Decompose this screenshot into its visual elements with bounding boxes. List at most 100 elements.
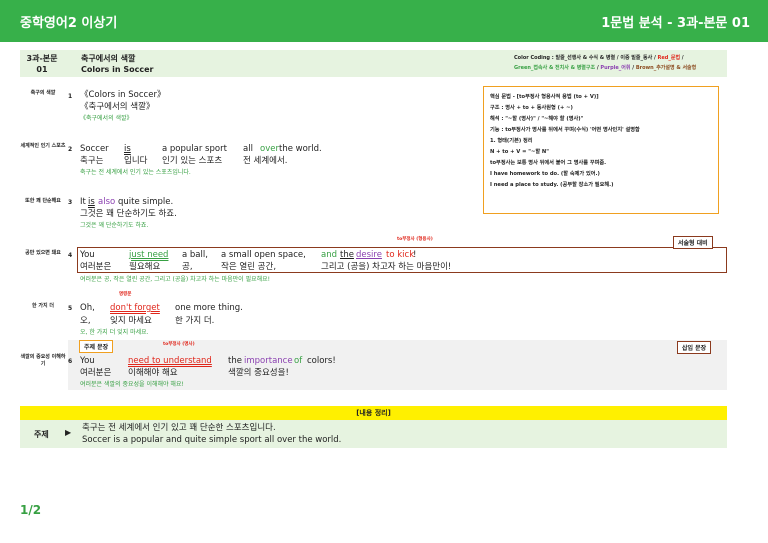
- row5-ko-thing: 한 가지 더.: [175, 316, 215, 326]
- row4-en-you: You: [80, 250, 95, 260]
- row2-ko-subject: 축구는: [80, 156, 104, 166]
- cc-green: Green_접속사 & 전치사 & 병렬구조: [514, 65, 596, 71]
- row2-ko-world: 전 세계에서.: [243, 156, 288, 166]
- summary-korean: 축구는 전 세계에서 인기 있고 꽤 단순한 스포츠입니다.: [82, 423, 276, 433]
- row4-number: 4: [68, 252, 73, 259]
- cc-underline: Color Coding : 밑줄_선행사 & 수식 & 병렬 / 이중 밑줄_…: [514, 55, 658, 61]
- row5-translation: 오, 한 가지 더 잊지 마세요.: [80, 329, 149, 336]
- summary-box: 주제 ▶ 축구는 전 세계에서 인기 있고 꽤 단순한 스포츠입니다. Socc…: [20, 420, 727, 448]
- row3-en-rest: quite simple.: [118, 197, 174, 207]
- row2-en-verb: is: [124, 144, 131, 154]
- row6-en-of: of: [294, 356, 303, 366]
- grammar-line: 핵심 문법 - [to부정사 형용사적 용법 (to + V)]: [490, 94, 599, 100]
- grammar-line: 해석 : "~할 (명사)" / "~해야 할 (명사)": [490, 116, 584, 122]
- row5-ko-oh: 오,: [80, 316, 91, 326]
- row2-number: 2: [68, 146, 73, 153]
- row4-en-excl: !: [413, 250, 417, 260]
- summary-heading: [내용 정리]: [20, 406, 727, 420]
- cc-purple: Purple_어휘: [600, 65, 631, 71]
- row2-label: 세계적인 인기 스포츠: [20, 143, 66, 149]
- row6-en-the: the: [228, 356, 242, 366]
- row6-en-colors: colors!: [307, 356, 336, 366]
- row4-label: 공만 있으면 돼요: [25, 250, 61, 256]
- row5-number: 5: [68, 305, 73, 312]
- cc-brown: Brown_추가설명 & 서술형: [635, 65, 697, 71]
- row3-label: 또한 꽤 단순해요: [25, 198, 61, 204]
- cc-red: Red_문법: [657, 55, 681, 61]
- row6-ko-need: 이해해야 해요: [128, 368, 178, 378]
- row4-translation: 여러분은 공, 작은 열린 공간, 그리고 (공을) 차고자 하는 마음만이 필…: [80, 276, 271, 283]
- row2-en-complement: a popular sport: [162, 144, 227, 154]
- row6-ko-importance: 색깔의 중요성을!: [228, 368, 289, 378]
- row1-korean: 《축구에서의 색깔》: [80, 102, 155, 112]
- summary-label: 주제: [34, 430, 49, 439]
- row4-en-space: a small open space,: [221, 250, 306, 260]
- row4-ko-desire: 그리고 (공을) 차고자 하는 마음만이!: [321, 262, 452, 272]
- row6-insert-tag: 삽입 문장: [677, 341, 712, 354]
- row2-en-subject: Soccer: [80, 144, 109, 154]
- row2-en-all: all: [243, 144, 253, 154]
- grammar-line: I need a place to study. (공부할 장소가 필요해.): [490, 182, 614, 188]
- row4-en-and: and: [321, 250, 337, 260]
- row3-translation: 그것은 꽤 단순하기도 하죠.: [80, 222, 149, 229]
- row1-label: 축구의 색깔: [30, 90, 56, 96]
- row6-en-need: need to understand: [128, 356, 212, 366]
- lesson-title-en: Colors in Soccer: [81, 65, 154, 74]
- grammar-line: N + to + V = "~할 N": [490, 149, 549, 155]
- row6-number: 6: [68, 358, 73, 365]
- grammar-line: 구조 : 명사 + to + 동사원형 (+ ~): [490, 105, 573, 111]
- grammar-box: 핵심 문법 - [to부정사 형용사적 용법 (to + V)] 구조 : 명사…: [483, 86, 719, 214]
- page-number: 1/2: [20, 503, 42, 517]
- row5-en-thing: one more thing.: [175, 303, 243, 313]
- row6-en-you: You: [80, 356, 95, 366]
- row6-topic-tag: 주제 문장: [79, 340, 114, 353]
- lesson-number-line2: 01: [36, 65, 48, 74]
- row4-ko-ball: 공,: [182, 262, 193, 272]
- row3-en-verb: is: [88, 197, 95, 207]
- row2-translation: 축구는 전 세계에서 인기 있는 스포츠입니다.: [80, 169, 191, 176]
- row6-ko-you: 여러분은: [80, 368, 112, 378]
- row3-number: 3: [68, 199, 73, 206]
- top-bar: 중학영어2 이상기 1문법 분석 - 3과-본문 01: [0, 0, 768, 42]
- row6-en-importance: importance: [244, 356, 293, 366]
- row5-en-forget: don't forget: [110, 303, 160, 313]
- row1-number: 1: [68, 93, 73, 100]
- row2-ko-verb: 입니다: [124, 156, 148, 166]
- row4-en-ball: a ball,: [182, 250, 208, 260]
- row4-tag: 서술형 대비: [673, 236, 713, 249]
- lesson-number: 3과-본문 01: [20, 53, 64, 75]
- grammar-line: I have homework to do. (할 숙제가 있어.): [490, 171, 600, 177]
- row4-en-the: the: [340, 250, 354, 260]
- lesson-bar: 3과-본문 01 축구에서의 색깔 Colors in Soccer Color…: [20, 50, 727, 77]
- row6-translation: 여러분은 색깔의 중요성을 이해해야 해요!: [80, 381, 184, 388]
- summary-english: Soccer is a popular and quite simple spo…: [82, 435, 342, 445]
- lesson-title: 축구에서의 색깔 Colors in Soccer: [81, 53, 153, 75]
- row6-annotation: to부정사 (명사): [163, 342, 195, 347]
- row4-en-need: just need: [129, 250, 169, 260]
- row4-en-desire: desire: [356, 250, 382, 260]
- section-title: 1문법 분석 - 3과-본문 01: [601, 16, 750, 31]
- summary-arrow-icon: ▶: [65, 428, 72, 437]
- row1-english: 《Colors in Soccer》: [80, 90, 166, 100]
- row4-ko-need: 필요해요: [129, 262, 161, 272]
- row5-label: 한 가지 더: [32, 303, 54, 309]
- lesson-number-line1: 3과-본문: [26, 54, 58, 63]
- row4-ko-space: 작은 열린 공간,: [221, 262, 277, 272]
- row1-translation: 《축구에서의 색깔》: [80, 115, 133, 122]
- grammar-line: 1. 형태(기본) 정리: [490, 138, 533, 144]
- row5-en-oh: Oh,: [80, 303, 95, 313]
- row4-en-tokick: to kick: [386, 250, 415, 260]
- grammar-line: to부정사는 보통 명사 뒤에서 붙어 그 명사를 꾸며줌.: [490, 160, 607, 166]
- row5-annotation: 명령문: [119, 292, 132, 297]
- lesson-title-ko: 축구에서의 색깔: [81, 54, 136, 63]
- row2-ko-complement: 인기 있는 스포츠: [162, 156, 223, 166]
- row4-ko-you: 여러분은: [80, 262, 112, 272]
- row3-en-also: also: [98, 197, 116, 207]
- doc-title: 중학영어2 이상기: [20, 16, 118, 31]
- grammar-line: 기능 : to부정사가 명사를 뒤에서 꾸며(수식) '어떤 명사인지' 설명함: [490, 127, 640, 133]
- row3-korean: 그것은 꽤 단순하기도 하죠.: [80, 209, 177, 219]
- cc-slash: /: [680, 55, 684, 61]
- row6-label: 색깔의 중요성 이해하기: [20, 354, 66, 367]
- row5-ko-forget: 잊지 마세요: [110, 316, 152, 326]
- row4-annotation: to부정사 (형용사): [397, 237, 433, 242]
